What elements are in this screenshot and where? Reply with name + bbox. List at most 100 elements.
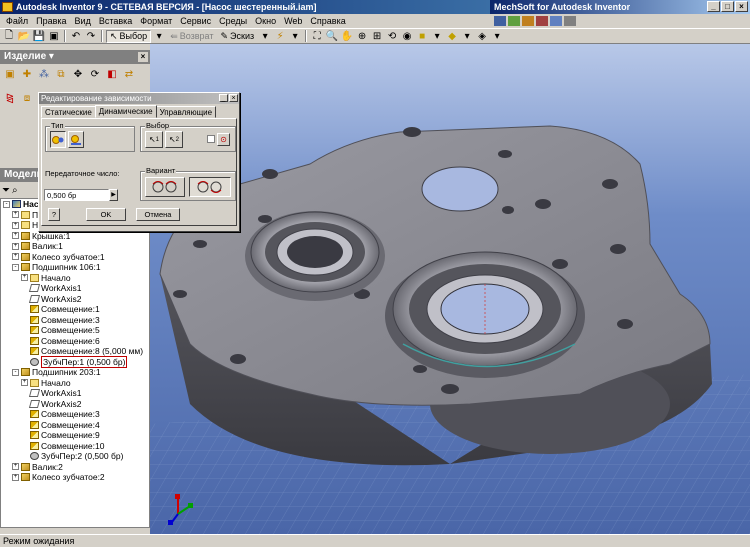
zoom-all-icon[interactable]: ⛶ <box>310 30 324 43</box>
menu-item[interactable]: Формат <box>136 14 176 28</box>
expand-icon[interactable]: + <box>12 221 19 229</box>
select-first-button[interactable]: ↖ 1 <box>145 131 163 148</box>
tree-row[interactable]: Совмещение:10 <box>1 441 149 452</box>
project-icon[interactable]: ▣ <box>47 30 61 43</box>
menu-item[interactable]: Вставка <box>95 14 136 28</box>
expand-icon[interactable]: + <box>21 274 28 282</box>
section-icon[interactable]: ◧ <box>105 67 119 81</box>
tree-row[interactable]: Совмещение:1 <box>1 304 149 315</box>
ok-button[interactable]: OK <box>86 208 126 221</box>
pick-part-icon[interactable]: ⊙ <box>217 133 230 146</box>
move-component-icon[interactable]: ✥ <box>71 67 85 81</box>
zoom-window-icon[interactable]: ⊕ <box>355 30 369 43</box>
look-at-icon[interactable]: ◉ <box>400 30 414 43</box>
menu-item[interactable]: Сервис <box>176 14 215 28</box>
save-icon[interactable]: 💾 <box>32 30 46 43</box>
tree-row[interactable]: + Начало <box>1 378 149 389</box>
minimize-button[interactable]: _ <box>707 1 720 12</box>
panel-close-icon[interactable]: × <box>138 52 148 62</box>
shadow-icon[interactable]: ◆ <box>445 30 459 43</box>
dropdown-arrow-icon[interactable]: ▾ <box>460 30 474 43</box>
rotate-icon[interactable]: ⟲ <box>385 30 399 43</box>
constraint-icon[interactable]: ⧉ <box>54 67 68 81</box>
replace-icon[interactable]: ⇄ <box>122 67 136 81</box>
pan-icon[interactable]: ✋ <box>340 30 354 43</box>
expand-icon[interactable]: + <box>12 242 19 250</box>
camera-icon[interactable]: ◈ <box>475 30 489 43</box>
tree-row[interactable]: WorkAxis1 <box>1 388 149 399</box>
tree-row[interactable]: - Подшипник 106:1 <box>1 262 149 273</box>
tree-row[interactable]: WorkAxis2 <box>1 399 149 410</box>
menu-item[interactable]: Web <box>280 14 306 28</box>
reverse-variant-button[interactable] <box>189 177 231 197</box>
zoom-selected-icon[interactable]: ⊞ <box>370 30 384 43</box>
browser-header[interactable]: Модель <box>0 168 43 182</box>
mechsoft-tool-3-icon[interactable] <box>522 16 534 26</box>
menu-item[interactable]: Справка <box>306 14 349 28</box>
tree-row[interactable]: WorkAxis1 <box>1 283 149 294</box>
ratio-input[interactable] <box>44 189 109 201</box>
dialog-close-button[interactable]: × <box>229 94 238 102</box>
collapse-icon[interactable]: - <box>12 263 19 271</box>
maximize-button[interactable]: □ <box>721 1 734 12</box>
select-second-button[interactable]: ↖ 2 <box>165 131 183 148</box>
forward-variant-button[interactable] <box>145 177 185 197</box>
pattern-component-icon[interactable]: ⁂ <box>37 67 51 81</box>
collapse-icon[interactable]: - <box>3 200 10 208</box>
rotation-translation-type-button[interactable] <box>68 131 84 148</box>
expand-icon[interactable]: + <box>12 232 19 240</box>
undo-icon[interactable]: ↶ <box>69 30 83 43</box>
dialog-minimize-button[interactable]: _ <box>219 94 228 102</box>
expand-icon[interactable]: + <box>21 379 28 387</box>
tree-row[interactable]: + Начало <box>1 273 149 284</box>
collapse-icon[interactable]: - <box>12 368 19 376</box>
dialog-tab[interactable]: Управляющие <box>155 106 217 118</box>
ratio-arrow-button[interactable]: ▶ <box>109 189 118 201</box>
menu-item[interactable]: Среды <box>215 14 251 28</box>
graphics-viewport[interactable] <box>150 44 750 534</box>
expand-icon[interactable]: + <box>12 473 19 481</box>
dialog-title-bar[interactable]: Редактирование зависимости _ × <box>39 93 239 104</box>
tree-row[interactable]: Совмещение:3 <box>1 315 149 326</box>
dialog-tab[interactable]: Статические <box>41 106 96 118</box>
filter-icon[interactable]: ⏷ <box>2 185 10 196</box>
tree-row[interactable]: Совмещение:5 <box>1 325 149 336</box>
tree-row[interactable]: + Колесо зубчатое:1 <box>1 252 149 263</box>
mechsoft-tool-2-icon[interactable] <box>508 16 520 26</box>
copy-icon[interactable]: ⧈ <box>20 92 34 106</box>
dialog-tab[interactable]: Динамические <box>94 105 157 118</box>
tree-row[interactable]: Совмещение:3 <box>1 409 149 420</box>
new-file-icon[interactable]: 🗋 <box>2 30 16 43</box>
expand-icon[interactable]: + <box>12 463 19 471</box>
return-button[interactable]: ⇚ Возврат <box>167 30 216 43</box>
select-button[interactable]: ↖ Выбор <box>106 29 152 43</box>
sketch-button[interactable]: ✎ Эскиз <box>217 30 257 43</box>
mechsoft-tool-5-icon[interactable] <box>550 16 562 26</box>
find-icon[interactable]: ⌕ <box>12 185 18 196</box>
panel-bar-header[interactable]: Изделие ▾ × <box>0 50 150 64</box>
tree-row[interactable]: + Колесо зубчатое:2 <box>1 472 149 483</box>
mirror-icon[interactable]: ⧎ <box>3 92 17 106</box>
mechsoft-tool-6-icon[interactable] <box>564 16 576 26</box>
dropdown-arrow-icon[interactable]: ▾ <box>288 30 302 43</box>
tree-row[interactable]: + Валик:1 <box>1 241 149 252</box>
help-button[interactable]: ? <box>48 208 60 221</box>
tree-row[interactable]: - Подшипник 203:1 <box>1 367 149 378</box>
update-icon[interactable]: ⚡ <box>273 30 287 43</box>
mechsoft-tool-4-icon[interactable] <box>536 16 548 26</box>
dropdown-arrow-icon[interactable]: ▾ <box>430 30 444 43</box>
menu-item[interactable]: Правка <box>32 14 70 28</box>
mechsoft-tool-1-icon[interactable] <box>494 16 506 26</box>
rotate-component-icon[interactable]: ⟳ <box>88 67 102 81</box>
display-mode-icon[interactable]: ■ <box>415 30 429 43</box>
redo-icon[interactable]: ↷ <box>84 30 98 43</box>
tree-row[interactable]: + Валик:2 <box>1 462 149 473</box>
open-folder-icon[interactable]: 📂 <box>17 30 31 43</box>
expand-icon[interactable]: + <box>12 253 19 261</box>
tree-row[interactable]: ЗубчПер:1 (0,500 бр) <box>1 355 149 368</box>
menu-item[interactable]: Вид <box>71 14 95 28</box>
tree-row[interactable]: ЗубчПер:2 (0,500 бр) <box>1 451 149 462</box>
tree-row[interactable]: Совмещение:4 <box>1 420 149 431</box>
expand-icon[interactable]: + <box>12 211 19 219</box>
tree-row[interactable]: Совмещение:9 <box>1 430 149 441</box>
